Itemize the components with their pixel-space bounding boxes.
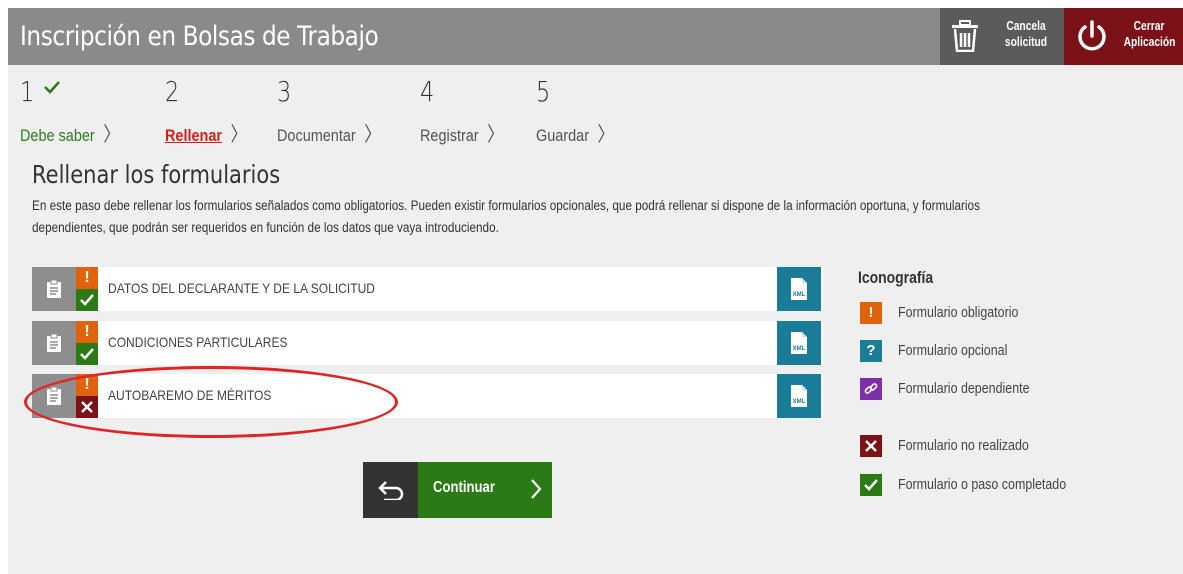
question-icon: ? [860, 340, 882, 362]
svg-text:XML: XML [793, 292, 806, 298]
step-label-text: Debe saber [20, 126, 95, 145]
wizard-steps: 1 Debe saber 〉 2 Rellenar 〉 3 Documentar 〉 … [20, 76, 820, 156]
clipboard-icon [32, 321, 76, 365]
legend-label: Formulario no realizado [898, 437, 1029, 454]
cancel-request-label: Cancela solicitud [1003, 18, 1049, 50]
cross-icon [860, 435, 882, 457]
legend-label: Formulario obligatorio [898, 304, 1019, 321]
cancel-label-line1: Cancela [1006, 19, 1046, 33]
close-app-label: Cerrar Aplicación [1123, 18, 1176, 50]
step-label: Guardar 〉 [536, 118, 615, 147]
page: Inscripción en Bolsas de Trabajo Cancela… [8, 8, 1183, 574]
chevron-right-icon [531, 479, 542, 499]
step-rellenar[interactable]: 2 Rellenar 〉 [165, 75, 248, 147]
svg-text:XML: XML [793, 346, 806, 352]
step-label: Registrar 〉 [420, 118, 504, 147]
form-row-condiciones[interactable]: ! CONDICIONES PARTICULARES XML [32, 321, 823, 365]
intro-line2: dependientes, que podrán ser requeridos … [32, 220, 499, 235]
step-label: Documentar 〉 [277, 118, 381, 147]
back-button[interactable] [363, 462, 418, 518]
step-number: 1 [20, 75, 35, 108]
step-number: 4 [420, 75, 435, 108]
step-guardar[interactable]: 5 Guardar 〉 [536, 75, 615, 147]
app-header: Inscripción en Bolsas de Trabajo Cancela… [8, 8, 1183, 65]
step-number: 2 [165, 75, 180, 108]
mandatory-badge: ! [76, 267, 98, 289]
return-arrow-icon [377, 481, 403, 500]
chevron-right-icon: 〉 [597, 124, 615, 146]
step-label: Rellenar 〉 [165, 118, 248, 147]
step-label-text: Rellenar [165, 126, 223, 145]
close-label-line1: Cerrar [1133, 19, 1165, 33]
trash-icon [952, 20, 978, 52]
legend-title: Iconografía [858, 268, 934, 287]
step-label-text: Guardar [536, 126, 590, 145]
link-icon [860, 378, 882, 400]
form-name[interactable]: DATOS DEL DECLARANTE Y DE LA SOLICITUD [108, 280, 375, 296]
continue-button[interactable]: Continuar [418, 462, 552, 518]
close-label-line2: Aplicación [1123, 35, 1176, 49]
chevron-right-icon: 〉 [103, 124, 121, 146]
legend-label: Formulario o paso completado [898, 476, 1067, 493]
form-name[interactable]: CONDICIONES PARTICULARES [108, 334, 288, 350]
power-icon [1078, 20, 1106, 51]
highlight-ellipse [24, 366, 398, 438]
legend-label: Formulario opcional [898, 342, 1008, 359]
continue-label: Continuar [433, 479, 495, 496]
chevron-right-icon: 〉 [230, 124, 248, 146]
check-icon [76, 289, 98, 311]
legend-label: Formulario dependiente [898, 380, 1030, 397]
check-icon [860, 474, 882, 496]
step-documentar[interactable]: 3 Documentar 〉 [277, 75, 381, 147]
cancel-request-button[interactable]: Cancela solicitud [940, 8, 1064, 65]
legend: Iconografía ! Formulario obligatorio ? F… [858, 268, 1178, 496]
close-app-button[interactable]: Cerrar Aplicación [1064, 8, 1183, 65]
chevron-right-icon: 〉 [487, 124, 505, 146]
section-intro: En este paso debe rellenar los formulari… [32, 195, 1085, 239]
xml-icon[interactable]: XML [777, 321, 821, 365]
section-title: Rellenar los formularios [32, 160, 281, 189]
clipboard-icon [32, 267, 76, 311]
step-label: Debe saber 〉 [20, 118, 120, 147]
exclamation-icon: ! [860, 302, 882, 324]
step-debe-saber[interactable]: 1 Debe saber 〉 [20, 75, 120, 147]
check-icon [44, 81, 61, 94]
mandatory-badge: ! [76, 321, 98, 343]
step-registrar[interactable]: 4 Registrar 〉 [420, 75, 504, 147]
app-title: Inscripción en Bolsas de Trabajo [20, 21, 379, 52]
form-row-datos-declarante[interactable]: ! DATOS DEL DECLARANTE Y DE LA SOLICITUD… [32, 267, 823, 311]
xml-icon[interactable]: XML [777, 267, 821, 311]
step-label-text: Documentar [277, 126, 356, 145]
chevron-right-icon: 〉 [364, 124, 382, 146]
xml-icon[interactable]: XML [777, 374, 821, 418]
svg-text:XML: XML [793, 399, 806, 405]
step-label-text: Registrar [420, 126, 479, 145]
cancel-label-line2: solicitud [1004, 35, 1048, 49]
step-number: 5 [536, 75, 551, 108]
check-icon [76, 343, 98, 365]
intro-line1: En este paso debe rellenar los formulari… [32, 198, 980, 213]
step-number: 3 [277, 75, 292, 108]
